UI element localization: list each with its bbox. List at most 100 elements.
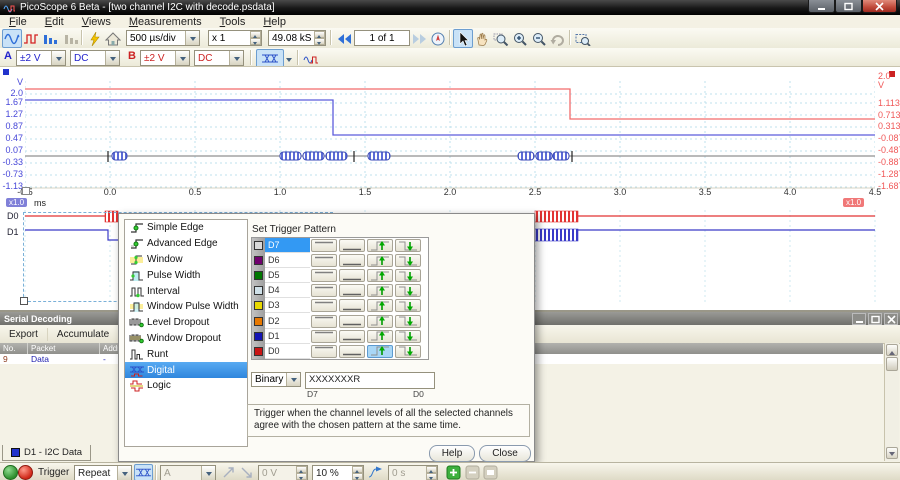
- pattern-rising-edge-button[interactable]: [367, 254, 393, 267]
- pattern-falling-edge-button[interactable]: [395, 299, 421, 312]
- menu-item[interactable]: Tools: [211, 16, 255, 28]
- pattern-falling-edge-button[interactable]: [395, 269, 421, 282]
- pattern-rising-edge-button[interactable]: [367, 299, 393, 312]
- pattern-rising-edge-button[interactable]: [367, 345, 393, 358]
- start-capture-button[interactable]: [3, 465, 18, 480]
- zoom-window-tool-button[interactable]: [491, 29, 511, 48]
- serial-tab[interactable]: D1 - I2C Data: [2, 445, 91, 461]
- pattern-channel-name[interactable]: D0: [265, 344, 310, 359]
- trigger-type-item[interactable]: Logic: [125, 378, 247, 394]
- panel-minimize-icon[interactable]: [852, 313, 866, 325]
- buffer-navigator-button[interactable]: [428, 29, 448, 48]
- close-button[interactable]: [862, 0, 897, 13]
- pattern-low-level-button[interactable]: [339, 269, 365, 282]
- trigger-type-item[interactable]: Window Pulse Width: [125, 299, 247, 315]
- pattern-value-field[interactable]: XXXXXXXR: [305, 372, 435, 389]
- pattern-rising-edge-button[interactable]: [367, 239, 393, 252]
- pattern-high-level-button[interactable]: [311, 254, 337, 267]
- spin-down-icon[interactable]: [250, 38, 261, 45]
- trigger-reference-icon[interactable]: [366, 464, 385, 480]
- spin-down-icon[interactable]: [352, 473, 363, 480]
- pattern-channel-name[interactable]: D4: [265, 283, 310, 298]
- menu-item[interactable]: Help: [254, 16, 295, 28]
- pointer-tool-button[interactable]: [453, 29, 473, 48]
- serial-scrollbar[interactable]: [884, 343, 899, 461]
- prev-buffer-button[interactable]: [334, 29, 354, 48]
- pattern-falling-edge-button[interactable]: [395, 315, 421, 328]
- pattern-low-level-button[interactable]: [339, 345, 365, 358]
- trigger-type-item[interactable]: Window: [125, 252, 247, 268]
- home-button[interactable]: [103, 29, 123, 48]
- menu-item[interactable]: Views: [73, 16, 120, 28]
- pattern-channel-name[interactable]: D2: [265, 313, 310, 328]
- channel-b-range-combo[interactable]: ±2 V: [140, 50, 190, 66]
- pattern-low-level-button[interactable]: [339, 330, 365, 343]
- pattern-low-level-button[interactable]: [339, 299, 365, 312]
- pattern-format-combo[interactable]: Binary: [251, 372, 301, 387]
- digital-channel-label[interactable]: D0: [7, 211, 19, 221]
- spin-up-icon[interactable]: [352, 466, 363, 473]
- trigger-type-item[interactable]: Digital: [125, 362, 247, 378]
- pattern-rising-edge-button[interactable]: [367, 269, 393, 282]
- minimize-button[interactable]: [808, 0, 835, 13]
- spin-up-icon[interactable]: [314, 31, 325, 38]
- stop-capture-button[interactable]: [18, 465, 33, 480]
- marquee-zoom-button[interactable]: [573, 29, 593, 48]
- pretrigger-spinner[interactable]: 10 %: [312, 465, 364, 480]
- menu-item[interactable]: File: [0, 16, 36, 28]
- column-header-no[interactable]: No.: [0, 343, 28, 354]
- scroll-down-icon[interactable]: [886, 447, 898, 459]
- pattern-rising-edge-button[interactable]: [367, 330, 393, 343]
- persistence-view-button[interactable]: [21, 29, 41, 48]
- channel-b-coupling-combo[interactable]: DC: [194, 50, 244, 66]
- dropdown-arrow-icon[interactable]: [175, 51, 189, 65]
- pattern-high-level-button[interactable]: [311, 345, 337, 358]
- dropdown-arrow-icon[interactable]: [51, 51, 65, 65]
- samples-spinner[interactable]: 49.08 kS: [268, 30, 326, 46]
- trigger-type-item[interactable]: Pulse Width: [125, 267, 247, 283]
- pattern-channel-name[interactable]: D3: [265, 298, 310, 313]
- panel-close-icon[interactable]: [884, 313, 898, 325]
- dropdown-arrow-icon[interactable]: [286, 373, 300, 386]
- trigger-type-item[interactable]: Interval: [125, 283, 247, 299]
- channel-a-label[interactable]: A: [4, 50, 12, 62]
- serial-toolbar-button[interactable]: Export: [0, 328, 48, 341]
- trigger-type-item[interactable]: Window Dropout: [125, 331, 247, 347]
- channel-b-label[interactable]: B: [128, 50, 136, 62]
- zoom-in-tool-button[interactable]: [510, 29, 530, 48]
- channel-a-axis-marker[interactable]: [3, 69, 9, 75]
- pattern-rising-edge-button[interactable]: [367, 284, 393, 297]
- scrollbar-thumb[interactable]: [886, 357, 898, 371]
- buffer-page-box[interactable]: 1 of 1: [354, 30, 410, 46]
- trigger-type-item[interactable]: Simple Edge: [125, 220, 247, 236]
- dropdown-arrow-icon[interactable]: [229, 51, 243, 65]
- dropdown-arrow-icon[interactable]: [185, 31, 199, 45]
- pattern-falling-edge-button[interactable]: [395, 254, 421, 267]
- menu-item[interactable]: Edit: [36, 16, 73, 28]
- pattern-high-level-button[interactable]: [311, 284, 337, 297]
- spin-up-icon[interactable]: [250, 31, 261, 38]
- trigger-mode-combo[interactable]: Repeat: [74, 465, 132, 480]
- pattern-low-level-button[interactable]: [339, 254, 365, 267]
- menu-item[interactable]: Measurements: [120, 16, 211, 28]
- pattern-low-level-button[interactable]: [339, 239, 365, 252]
- close-dialog-button[interactable]: Close: [479, 445, 531, 462]
- timebase-combo[interactable]: 500 µs/div: [126, 30, 200, 46]
- pattern-low-level-button[interactable]: [339, 315, 365, 328]
- hand-tool-button[interactable]: [472, 29, 492, 48]
- pattern-high-level-button[interactable]: [311, 299, 337, 312]
- trigger-type-item[interactable]: Runt: [125, 346, 247, 362]
- zoom-factor-spinner[interactable]: x 1: [208, 30, 262, 46]
- channel-a-coupling-combo[interactable]: DC: [70, 50, 120, 66]
- digital-resize-handle[interactable]: [20, 297, 28, 305]
- pattern-falling-edge-button[interactable]: [395, 284, 421, 297]
- pattern-channel-name[interactable]: D6: [265, 253, 310, 268]
- trigger-type-item[interactable]: Level Dropout: [125, 315, 247, 331]
- axis-origin-handle[interactable]: [22, 187, 30, 195]
- zoom-out-tool-button[interactable]: [529, 29, 549, 48]
- pattern-low-level-button[interactable]: [339, 284, 365, 297]
- scope-view-button[interactable]: [2, 29, 22, 48]
- dropdown-arrow-icon[interactable]: [117, 466, 131, 480]
- serial-toolbar-button[interactable]: Accumulate: [48, 328, 119, 341]
- pattern-channel-name[interactable]: D1: [265, 329, 310, 344]
